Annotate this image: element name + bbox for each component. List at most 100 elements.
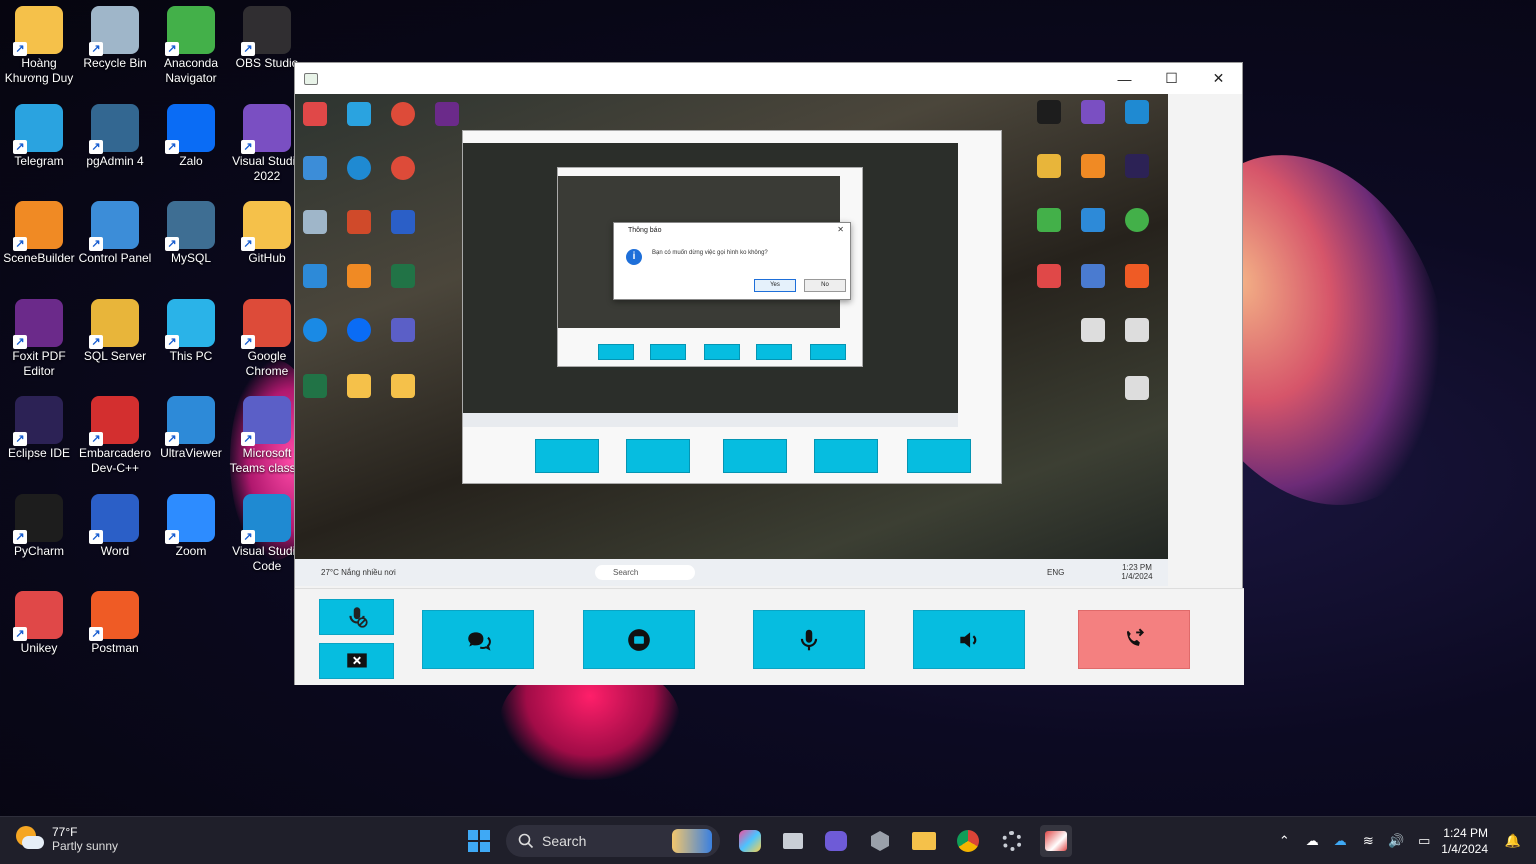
control-panel-icon: ↗: [89, 201, 139, 251]
remote-pycharm-icon: [1037, 100, 1061, 124]
chevron-up-icon[interactable]: ⌃: [1273, 830, 1295, 852]
shortcut-arrow-icon: ↗: [13, 237, 27, 251]
remote-screen-view[interactable]: Thông báo ✕ i Bạn có muốn dừng việc gọi …: [295, 94, 1168, 586]
desktop-icon-eclipse-ide[interactable]: ↗ Eclipse IDE: [0, 396, 78, 461]
remote-file-icon: [1125, 376, 1149, 400]
end-call-button[interactable]: [1078, 610, 1190, 669]
taskbar-copilot[interactable]: [734, 825, 766, 857]
desktop-icon-label: Hoàng Khương Duy: [4, 56, 74, 85]
dialog-message: Bạn có muốn dừng việc gọi hình ko không?: [652, 250, 768, 256]
search-icon: [518, 833, 534, 849]
remote-edge-icon: [347, 156, 371, 180]
desktop-icon-embarcadero-dev-c-[interactable]: ↗ Embarcadero Dev-C++: [76, 396, 154, 476]
stop-button[interactable]: [583, 610, 695, 669]
remote-vmware-icon: [1081, 208, 1105, 232]
dialog-close-icon[interactable]: ✕: [837, 225, 844, 234]
shortcut-arrow-icon: ↗: [13, 529, 27, 544]
desktop-icon-this-pc[interactable]: ↗ This PC: [152, 298, 230, 364]
taskbar-settings[interactable]: [996, 825, 1028, 857]
desktop-icon-scenebuilder[interactable]: ↗ SceneBuilder: [0, 201, 78, 266]
app-icon: [304, 72, 318, 85]
onedrive-icon[interactable]: ☁: [1329, 830, 1351, 852]
stop-screen-share-button[interactable]: [319, 643, 394, 679]
desktop-icon-unikey[interactable]: ↗ Unikey: [0, 591, 78, 656]
chat-button[interactable]: [422, 610, 534, 669]
desktop-icon-label: Recycle Bin: [83, 56, 147, 70]
desktop-icon-label: Zoom: [175, 543, 207, 558]
battery-icon[interactable]: ▭: [1413, 830, 1435, 852]
clock-date: 1/4/2024: [1441, 842, 1488, 856]
recycle-bin-icon: ↗: [89, 6, 139, 56]
remote-file-icon: [1081, 318, 1105, 342]
taskbar-chrome[interactable]: [952, 825, 984, 857]
taskbar-active-app[interactable]: [1040, 825, 1072, 857]
desktop-icon-word[interactable]: ↗ Word: [76, 493, 154, 559]
folder-icon: [912, 832, 936, 850]
taskbar-app[interactable]: [864, 825, 896, 857]
nested-call-button: [810, 344, 846, 360]
shortcut-arrow-icon: ↗: [165, 529, 179, 544]
taskbar-file-explorer[interactable]: [908, 825, 940, 857]
shortcut-arrow-icon: ↗: [89, 529, 103, 544]
shortcut-arrow-icon: ↗: [241, 139, 255, 154]
desktop-icon-zalo[interactable]: ↗ Zalo: [152, 103, 230, 169]
cloud-icon[interactable]: ☁: [1301, 830, 1323, 852]
task-view-icon: [783, 833, 803, 849]
desktop-icon-label: Eclipse IDE: [7, 446, 71, 460]
taskbar-search[interactable]: Search: [506, 825, 720, 857]
desktop-icon-anaconda-navigator[interactable]: ↗ Anaconda Navigator: [152, 6, 230, 86]
microphone-button[interactable]: [753, 610, 865, 669]
weather-widget[interactable]: 77°F Partly sunny: [14, 824, 118, 854]
chrome-icon: ↗: [241, 298, 291, 349]
taskbar-task-view[interactable]: [777, 825, 809, 857]
desktop-icon-control-panel[interactable]: ↗ Control Panel: [76, 201, 154, 266]
close-button[interactable]: ✕: [1195, 63, 1242, 94]
remote-ultraviewer-icon: [303, 264, 327, 288]
nested-stop-button: [650, 344, 686, 360]
remote-scenebuilder-icon: [347, 264, 371, 288]
desktop-icon-foxit-pdf-editor[interactable]: ↗ Foxit PDF Editor: [0, 298, 78, 379]
dialog-no-button[interactable]: No: [804, 279, 846, 292]
desktop-icon-postman[interactable]: ↗ Postman: [76, 591, 154, 656]
desktop-icon-ultraviewer[interactable]: ↗ UltraViewer: [152, 396, 230, 461]
remote-teamviewer-icon: [303, 318, 327, 342]
dialog-yes-button[interactable]: Yes: [754, 279, 796, 292]
desktop-icon-ho-ng-kh-ng-duy[interactable]: ↗ Hoàng Khương Duy: [0, 6, 78, 86]
speaker-icon: [960, 631, 977, 648]
desktop-icon-telegram[interactable]: ↗ Telegram: [0, 103, 78, 169]
remote-matlab-icon: [1125, 264, 1149, 288]
maximize-button[interactable]: ☐: [1148, 63, 1195, 94]
taskbar: 77°F Partly sunny Search ⌃ ☁ ☁ ≋ 🔊 ▭ 1:2…: [0, 816, 1536, 864]
notification-bell-icon[interactable]: 🔔: [1502, 830, 1524, 852]
nested-mic-button: [704, 344, 740, 360]
desktop-icon-label: Postman: [91, 641, 139, 655]
mic-mute-button[interactable]: [319, 599, 394, 635]
devcpp-icon: ↗: [89, 396, 139, 446]
clock[interactable]: 1:24 PM 1/4/2024: [1441, 825, 1488, 857]
desktop-icon-mysql[interactable]: ↗ MySQL: [152, 201, 230, 266]
desktop-icon-pycharm[interactable]: ↗ PyCharm: [0, 493, 78, 559]
video-chat-icon: [825, 831, 847, 851]
desktop-icon-recycle-bin[interactable]: ↗ Recycle Bin: [76, 6, 154, 71]
nested-window: [462, 130, 1002, 484]
desktop-icon-pgadmin-4[interactable]: ↗ pgAdmin 4: [76, 103, 154, 169]
desktop-icon-label: This PC: [169, 348, 213, 363]
taskbar-meet[interactable]: [820, 825, 852, 857]
desktop-icon-label: Zalo: [179, 153, 203, 168]
remote-teams-icon: [391, 318, 415, 342]
shortcut-arrow-icon: ↗: [241, 432, 255, 446]
desktop-icon-zoom[interactable]: ↗ Zoom: [152, 493, 230, 559]
desktop-icon-sql-server[interactable]: ↗ SQL Server: [76, 298, 154, 364]
start-button[interactable]: [463, 825, 495, 857]
minimize-button[interactable]: —: [1101, 63, 1148, 94]
end-call-icon: [1126, 627, 1145, 646]
nested-speaker-button: [756, 344, 792, 360]
desktop-icon-label: Anaconda Navigator: [163, 56, 219, 85]
volume-icon[interactable]: 🔊: [1385, 830, 1407, 852]
hexagon-app-icon: [871, 831, 889, 851]
speaker-button[interactable]: [913, 610, 1025, 669]
window-titlebar[interactable]: — ☐ ✕: [295, 63, 1242, 94]
remote-chrome-icon: [391, 156, 415, 180]
zoom-icon: ↗: [165, 493, 215, 544]
wifi-icon[interactable]: ≋: [1357, 830, 1379, 852]
